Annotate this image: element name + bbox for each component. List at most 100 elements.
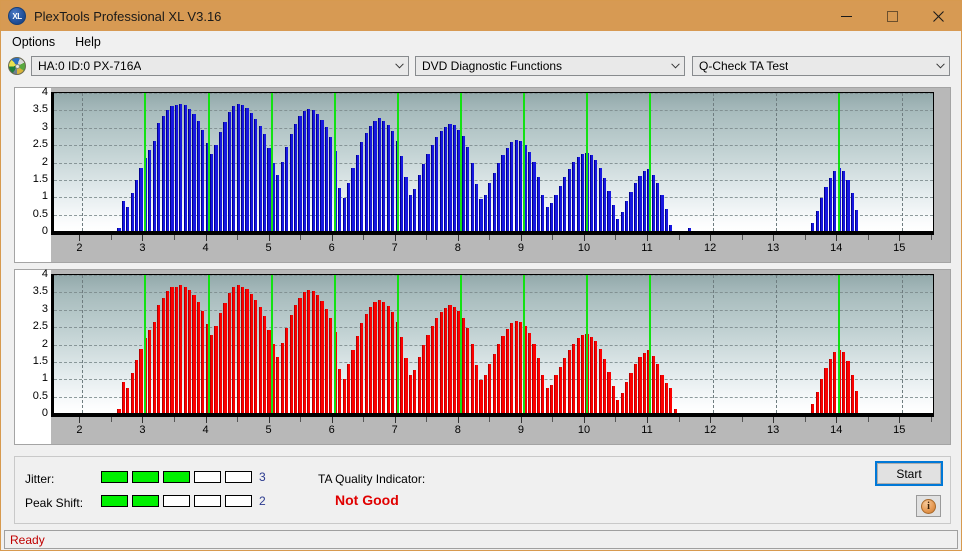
chart-bar <box>245 108 249 231</box>
chart-bar <box>183 105 187 231</box>
x-tick <box>363 417 365 422</box>
chart-bar <box>828 359 832 413</box>
disc-icon <box>8 57 26 75</box>
chart-bar <box>664 383 669 413</box>
chart-bar <box>620 211 624 231</box>
x-tick <box>552 235 554 240</box>
x-tick <box>615 235 617 240</box>
function-select[interactable]: DVD Diagnostic Functions <box>415 56 685 76</box>
x-ticks-top <box>51 235 934 241</box>
chart-bar <box>196 120 201 231</box>
chart-bar <box>320 119 324 231</box>
chart-bar <box>833 171 837 231</box>
x-tick <box>930 417 932 422</box>
marker-line <box>207 275 210 413</box>
chart-bar <box>360 142 364 231</box>
drive-select[interactable]: HA:0 ID:0 PX-716A <box>31 56 409 76</box>
chart-bar <box>532 162 536 231</box>
window-controls <box>823 1 961 31</box>
x-tick <box>583 417 585 423</box>
chart-bar <box>232 105 236 231</box>
chart-bar <box>846 179 850 231</box>
chart-bar <box>633 183 638 231</box>
chart-bar <box>183 286 187 413</box>
chart-bar <box>819 198 824 231</box>
x-tick-label: 11 <box>641 242 653 254</box>
minimize-icon[interactable] <box>823 1 869 31</box>
chart-bar <box>580 334 585 413</box>
start-button[interactable]: Start <box>875 461 943 486</box>
chart-bar <box>369 307 373 413</box>
menu-item-help[interactable]: Help <box>66 33 110 51</box>
chart-bar <box>479 380 483 413</box>
chart-bar <box>386 305 390 413</box>
chart-bar <box>311 110 315 231</box>
x-tick-label: 9 <box>517 242 524 254</box>
chart-bar <box>554 194 558 231</box>
gridline-vertical <box>902 275 904 413</box>
chart-bar <box>545 206 549 231</box>
chart-bar <box>391 312 395 413</box>
chart-bar <box>572 162 576 231</box>
chart-bar <box>201 310 205 413</box>
menu-item-options[interactable]: Options <box>3 33 64 51</box>
chart-bar <box>421 164 426 231</box>
y-tick-label: 2.5 <box>32 138 48 151</box>
maximize-icon[interactable] <box>869 1 915 31</box>
chart-bar <box>824 186 828 231</box>
chart-bar <box>161 297 165 413</box>
x-labels-top: 2 3 4 5 6 7 8 9 10 11 12 13 14 15 <box>51 242 934 258</box>
chart-bar <box>430 326 435 413</box>
chart-bar <box>324 127 329 231</box>
chart-bar <box>444 308 448 413</box>
chart-bar <box>338 187 342 231</box>
x-tick <box>741 417 743 422</box>
x-tick <box>773 417 775 423</box>
x-tick <box>268 235 270 241</box>
test-select-value: Q-Check TA Test <box>699 59 789 73</box>
chevron-down-icon <box>932 57 949 75</box>
chart-bar <box>510 142 514 231</box>
chart-bar <box>448 305 452 413</box>
close-icon[interactable] <box>915 1 961 31</box>
ta-quality-label: TA Quality Indicator: <box>318 472 426 486</box>
ta-quality-value: Not Good <box>335 492 399 508</box>
chart-bar <box>382 301 386 413</box>
y-tick-label: 0 <box>41 407 48 419</box>
chart-bar <box>488 364 492 413</box>
chart-bar <box>536 358 540 413</box>
x-tick-label: 3 <box>139 424 146 436</box>
x-tick <box>457 235 459 241</box>
marker-line <box>396 93 399 231</box>
x-tick <box>426 417 428 422</box>
x-tick <box>647 235 649 241</box>
chart-bar <box>527 333 532 413</box>
chart-bar <box>501 154 505 231</box>
test-select[interactable]: Q-Check TA Test <box>692 56 950 76</box>
chart-bar <box>263 134 267 231</box>
chart-bar <box>815 392 819 413</box>
chart-bar <box>430 144 435 231</box>
marker-line <box>459 93 462 231</box>
chart-bar <box>633 364 638 413</box>
x-tick-label: 5 <box>265 242 272 254</box>
chart-bar <box>218 312 223 413</box>
status-text: Ready <box>10 532 45 547</box>
chart-bar <box>572 343 576 413</box>
x-tick-label: 6 <box>328 424 335 436</box>
x-tick-label: 10 <box>577 424 591 436</box>
x-tick <box>804 417 806 422</box>
x-tick <box>268 417 270 423</box>
chart-bar <box>280 342 284 413</box>
plot-area-bottom <box>51 274 934 413</box>
chart-bar <box>589 336 593 413</box>
chart-bar <box>289 133 293 231</box>
chart-panel-peakshift: 0 0.5 1 1.5 2 2.5 3 3.5 4 2 3 4 5 6 7 8 9 10 11 12 13 14 15 <box>14 268 951 445</box>
info-button[interactable]: i <box>916 495 941 517</box>
x-tick <box>205 417 207 423</box>
x-tick <box>583 235 585 241</box>
chart-bar <box>329 137 333 231</box>
title-bar: XL PlexTools Professional XL V3.16 <box>1 1 961 31</box>
chart-bar <box>466 327 470 413</box>
chart-bar <box>461 317 465 413</box>
